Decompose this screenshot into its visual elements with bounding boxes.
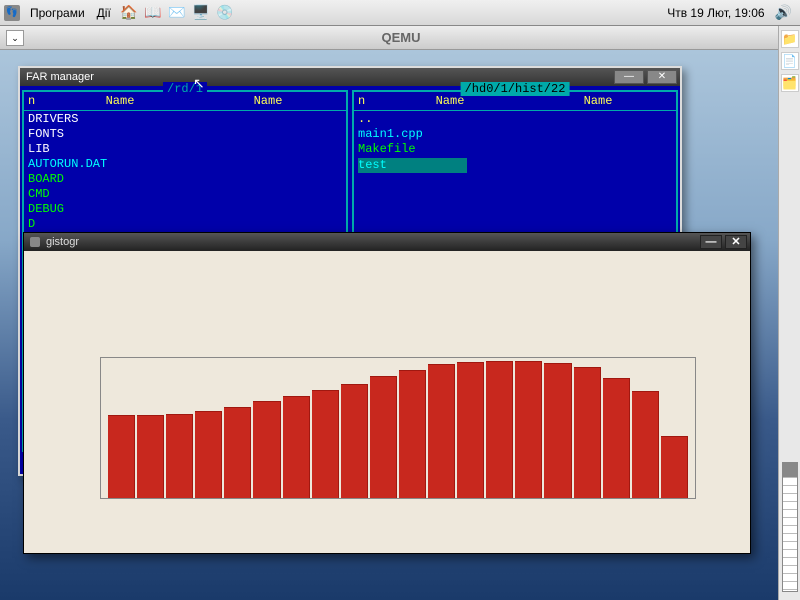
histogram-bar — [428, 364, 455, 498]
document-icon[interactable]: 📄 — [781, 52, 799, 70]
histogram-bar — [574, 367, 601, 498]
gistogr-title: gistogr — [46, 236, 79, 248]
gistogr-close-button[interactable]: ✕ — [725, 235, 747, 249]
histogram-bar — [283, 396, 310, 498]
disc-icon[interactable]: 💿 — [214, 2, 236, 24]
list-item[interactable]: BOARD — [28, 172, 342, 187]
mouse-cursor-icon: ↖ — [193, 75, 205, 92]
list-item[interactable]: FONTS — [28, 127, 342, 142]
qemu-title: QEMU — [24, 30, 778, 45]
histogram-bar — [632, 391, 659, 498]
histogram-bar — [253, 401, 280, 498]
histogram-bar — [603, 378, 630, 498]
far-close-button[interactable]: ✕ — [647, 70, 677, 84]
histogram-bar — [341, 384, 368, 498]
histogram-bar — [166, 414, 193, 498]
right-file-list[interactable]: ..main1.cppMakefiletest — [354, 111, 676, 174]
list-item[interactable]: CMD — [28, 187, 342, 202]
list-item[interactable]: DRIVERS — [28, 112, 342, 127]
histogram-bar — [399, 370, 426, 498]
histogram-bar — [224, 407, 251, 498]
histogram-bar — [486, 361, 513, 498]
folder-icon[interactable]: 📁 — [781, 30, 799, 48]
help-icon[interactable]: 📖 — [142, 2, 164, 24]
histogram-bar — [137, 415, 164, 498]
gistogr-minimize-button[interactable]: — — [700, 235, 722, 249]
menu-actions[interactable]: Дії — [91, 6, 117, 20]
gistogr-titlebar[interactable]: gistogr — ✕ — [24, 233, 750, 251]
qemu-titlebar: ⌄ QEMU — [0, 26, 778, 50]
histogram-chart — [100, 357, 696, 499]
workspace-switcher[interactable] — [782, 462, 798, 592]
list-item[interactable]: .. — [358, 112, 672, 127]
list-item[interactable]: AUTORUN.DAT — [28, 157, 342, 172]
list-item[interactable]: Makefile — [358, 142, 672, 157]
monitor-icon[interactable]: 🖥️ — [190, 2, 212, 24]
histogram-bar — [515, 361, 542, 498]
list-item[interactable]: main1.cpp — [358, 127, 672, 142]
list-item[interactable]: DEBUG — [28, 202, 342, 217]
gistogr-icon — [30, 237, 40, 247]
gistogr-window: gistogr — ✕ — [23, 232, 751, 554]
list-item[interactable]: D — [28, 217, 342, 232]
far-titlebar[interactable]: FAR manager — ✕ — [20, 68, 680, 86]
taskbar: 👣 Програми Дії 🏠 📖 ✉️ 🖥️ 💿 Чтв 19 Лют, 1… — [0, 0, 800, 26]
volume-icon[interactable]: 🔊 — [775, 4, 792, 21]
far-title: FAR manager — [26, 71, 94, 83]
home-icon[interactable]: 🏠 — [118, 2, 140, 24]
gnome-foot-icon[interactable]: 👣 — [4, 5, 20, 21]
mail-icon[interactable]: ✉️ — [166, 2, 188, 24]
far-minimize-button[interactable]: — — [614, 70, 644, 84]
histogram-bar — [312, 390, 339, 498]
histogram-bar — [457, 362, 484, 498]
histogram-bar — [544, 363, 571, 498]
right-panel-path: /hd0/1/hist/22 — [461, 82, 570, 96]
menu-programs[interactable]: Програми — [24, 6, 91, 20]
list-item[interactable]: test — [358, 158, 467, 173]
qemu-menu-button[interactable]: ⌄ — [6, 30, 24, 46]
histogram-bar — [661, 436, 688, 498]
list-item[interactable]: LIB — [28, 142, 342, 157]
clock[interactable]: Чтв 19 Лют, 19:06 — [661, 6, 770, 20]
histogram-bar — [195, 411, 222, 498]
histogram-bar — [108, 415, 135, 498]
right-panel: 📁 📄 🗂️ — [778, 26, 800, 600]
cardfile-icon[interactable]: 🗂️ — [781, 74, 799, 92]
histogram-bar — [370, 376, 397, 498]
